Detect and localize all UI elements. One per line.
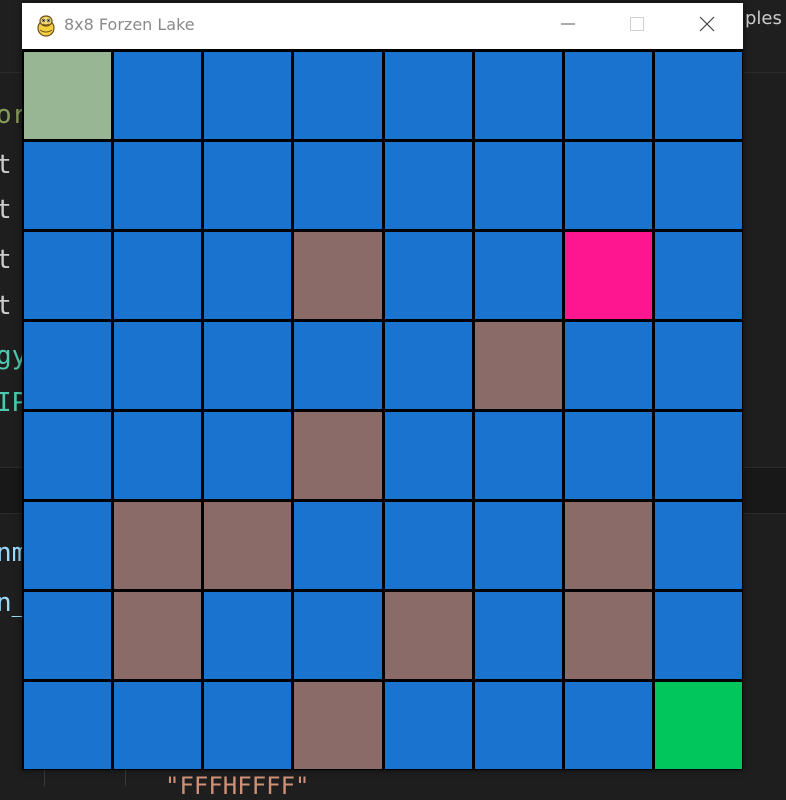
editor-code-fragment: t [0,245,12,275]
grid-cell-frozen [384,682,472,769]
editor-indent-guide [125,770,126,786]
grid-cell-frozen [564,412,652,499]
grid-cell-frozen [114,412,202,499]
grid-cell-frozen [204,322,292,409]
grid-cell-frozen [24,592,112,679]
grid-cell-start [24,52,112,139]
grid-cell-hole [204,502,292,589]
grid-cell-frozen [654,142,742,229]
editor-code-fragment: t [0,150,12,180]
editor-code-fragment: t [0,291,12,321]
grid-cell-frozen [294,322,382,409]
frozen-lake-grid [22,49,743,770]
close-button[interactable] [684,3,730,49]
grid-cell-frozen [24,322,112,409]
grid-cell-frozen [654,592,742,679]
grid-cell-hole [564,502,652,589]
grid-cell-frozen [24,682,112,769]
grid-cell-frozen [564,52,652,139]
grid-cell-frozen [564,142,652,229]
grid-cell-frozen [384,232,472,319]
grid-cell-agent [564,232,652,319]
minimize-button[interactable] [545,3,591,49]
maximize-icon [629,16,645,36]
grid-cell-frozen [204,682,292,769]
grid-cell-frozen [474,502,562,589]
grid-cell-frozen [114,52,202,139]
grid-cell-frozen [654,232,742,319]
grid-cell-frozen [204,232,292,319]
grid-cell-frozen [474,52,562,139]
grid-cell-frozen [24,232,112,319]
pygame-snake-icon [34,14,58,38]
grid-cell-frozen [384,412,472,499]
grid-cell-frozen [564,322,652,409]
grid-cell-hole [294,412,382,499]
grid-cell-frozen [24,412,112,499]
grid-cell-frozen [474,232,562,319]
grid-cell-frozen [294,52,382,139]
close-icon [698,15,716,37]
grid-cell-frozen [384,322,472,409]
grid-cell-frozen [654,322,742,409]
grid-cell-hole [564,592,652,679]
grid-cell-hole [294,682,382,769]
grid-cell-frozen [654,502,742,589]
grid-cell-frozen [114,682,202,769]
grid-cell-frozen [384,502,472,589]
grid-cell-goal [654,682,742,769]
grid-cell-frozen [294,502,382,589]
grid-cell-hole [114,502,202,589]
editor-code-fragment: t [0,195,12,225]
editor-bottom-strip [0,770,786,786]
grid-cell-frozen [114,232,202,319]
editor-gutter-line [44,770,45,786]
window-title: 8x8 Forzen Lake [64,15,195,34]
grid-cell-hole [114,592,202,679]
grid-cell-frozen [204,592,292,679]
grid-cell-frozen [24,502,112,589]
editor-code-string: "FFFHFFFF" [165,772,310,800]
grid-cell-frozen [384,142,472,229]
grid-cell-frozen [474,142,562,229]
grid-cell-frozen [294,592,382,679]
window-titlebar[interactable]: 8x8 Forzen Lake [22,3,743,49]
maximize-button[interactable] [614,3,660,49]
grid-cell-frozen [474,592,562,679]
grid-cell-frozen [474,412,562,499]
grid-cell-frozen [474,682,562,769]
grid-cell-frozen [294,142,382,229]
grid-cell-frozen [114,322,202,409]
grid-cell-frozen [24,142,112,229]
minimize-icon [560,16,576,36]
grid-cell-frozen [654,412,742,499]
editor-tab-label[interactable]: ples [745,10,782,28]
grid-cell-hole [294,232,382,319]
game-window: 8x8 Forzen Lake [22,3,743,770]
grid-cell-frozen [204,412,292,499]
grid-cell-frozen [564,682,652,769]
grid-cell-frozen [654,52,742,139]
grid-cell-frozen [384,52,472,139]
grid-cell-frozen [204,142,292,229]
grid-cell-frozen [114,142,202,229]
grid-cell-frozen [204,52,292,139]
grid-cell-hole [384,592,472,679]
grid-cell-hole [474,322,562,409]
